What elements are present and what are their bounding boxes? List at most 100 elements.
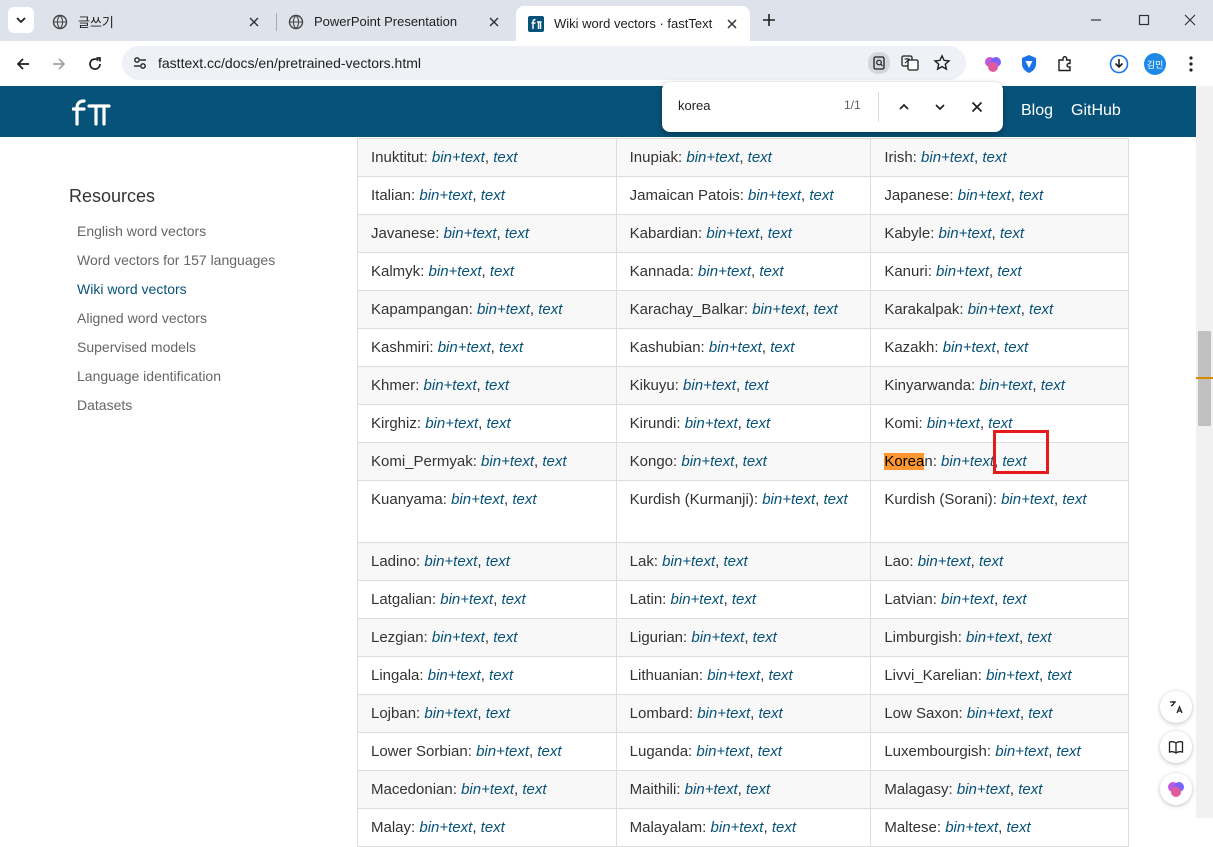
bin-text-link[interactable]: bin+text [432, 629, 485, 646]
minimize-button[interactable] [1086, 10, 1106, 30]
sidebar-item-language-identification[interactable]: Language identification [77, 368, 221, 384]
text-link[interactable]: text [1007, 819, 1031, 836]
find-previous-button[interactable] [894, 97, 914, 117]
close-icon[interactable] [486, 14, 502, 30]
text-link[interactable]: text [1029, 301, 1053, 318]
bin-text-link[interactable]: bin+text [986, 667, 1039, 684]
bin-text-link[interactable]: bin+text [921, 149, 974, 166]
bin-text-link[interactable]: bin+text [995, 743, 1048, 760]
find-next-button[interactable] [930, 97, 950, 117]
text-link[interactable]: text [1041, 377, 1065, 394]
bin-text-link[interactable]: bin+text [424, 705, 477, 722]
bin-text-link[interactable]: bin+text [709, 339, 762, 356]
bin-text-link[interactable]: bin+text [1001, 491, 1054, 508]
text-link[interactable]: text [499, 339, 523, 356]
bin-text-link[interactable]: bin+text [451, 491, 504, 508]
tab-search-button[interactable] [8, 7, 34, 33]
bin-text-link[interactable]: bin+text [685, 781, 738, 798]
download-icon[interactable] [1108, 53, 1130, 75]
bookmark-star-icon[interactable] [932, 53, 952, 73]
tab-0[interactable]: 글쓰기 [40, 6, 272, 37]
text-link[interactable]: text [746, 415, 770, 432]
bin-text-link[interactable]: bin+text [419, 819, 472, 836]
text-link[interactable]: text [824, 491, 848, 508]
bin-text-link[interactable]: bin+text [477, 301, 530, 318]
translate-icon[interactable] [900, 53, 920, 73]
address-bar[interactable]: fasttext.cc/docs/en/pretrained-vectors.h… [122, 46, 966, 80]
text-link[interactable]: text [490, 263, 514, 280]
maximize-button[interactable] [1134, 10, 1154, 30]
text-link[interactable]: text [522, 781, 546, 798]
bin-text-link[interactable]: bin+text [428, 667, 481, 684]
reload-button[interactable] [82, 51, 108, 77]
text-link[interactable]: text [538, 301, 562, 318]
bin-text-link[interactable]: bin+text [706, 225, 759, 242]
bin-text-link[interactable]: bin+text [696, 743, 749, 760]
bin-text-link[interactable]: bin+text [762, 491, 815, 508]
bin-text-link[interactable]: bin+text [424, 377, 477, 394]
back-button[interactable] [10, 51, 36, 77]
page-scrollbar[interactable] [1196, 86, 1213, 818]
bin-text-link[interactable]: bin+text [752, 301, 805, 318]
find-input[interactable]: korea [678, 98, 711, 113]
sidebar-item-wiki-word-vectors[interactable]: Wiki word vectors [77, 281, 187, 297]
text-link[interactable]: text [481, 819, 505, 836]
text-link[interactable]: text [1019, 187, 1043, 204]
profile-avatar[interactable]: 김민 [1144, 53, 1166, 75]
text-link[interactable]: text [753, 629, 777, 646]
bin-text-link[interactable]: bin+text [683, 377, 736, 394]
text-link[interactable]: text [758, 743, 782, 760]
bin-text-link[interactable]: bin+text [662, 553, 715, 570]
text-link[interactable]: text [1028, 705, 1052, 722]
text-link[interactable]: text [493, 149, 517, 166]
bin-text-link[interactable]: bin+text [941, 453, 994, 470]
text-link[interactable]: text [1004, 339, 1028, 356]
text-link[interactable]: text [759, 705, 783, 722]
text-link[interactable]: text [1062, 491, 1086, 508]
bin-text-link[interactable]: bin+text [939, 225, 992, 242]
reader-float-button[interactable] [1160, 731, 1192, 763]
text-link[interactable]: text [487, 415, 511, 432]
text-link[interactable]: text [814, 301, 838, 318]
translate-float-button[interactable] [1160, 691, 1192, 723]
text-link[interactable]: text [486, 705, 510, 722]
text-link[interactable]: text [743, 453, 767, 470]
text-link[interactable]: text [997, 263, 1021, 280]
new-tab-button[interactable] [758, 9, 780, 31]
text-link[interactable]: text [1018, 781, 1042, 798]
bin-text-link[interactable]: bin+text [419, 187, 472, 204]
bin-text-link[interactable]: bin+text [461, 781, 514, 798]
text-link[interactable]: text [809, 187, 833, 204]
text-link[interactable]: text [746, 781, 770, 798]
bin-text-link[interactable]: bin+text [927, 415, 980, 432]
browser-menu-button[interactable] [1180, 53, 1202, 75]
text-link[interactable]: text [1047, 667, 1071, 684]
text-link[interactable]: text [768, 225, 792, 242]
close-window-button[interactable] [1180, 10, 1200, 30]
bin-text-link[interactable]: bin+text [957, 781, 1010, 798]
text-link[interactable]: text [732, 591, 756, 608]
tab-1[interactable]: PowerPoint Presentation [276, 6, 512, 37]
github-link[interactable]: GitHub [1071, 102, 1121, 120]
sidebar-item-aligned-word-vectors[interactable]: Aligned word vectors [77, 310, 207, 326]
bin-text-link[interactable]: bin+text [958, 187, 1011, 204]
brain-extension-icon[interactable] [982, 53, 1004, 75]
shield-extension-icon[interactable] [1018, 53, 1040, 75]
bin-text-link[interactable]: bin+text [686, 149, 739, 166]
sidebar-item-word-vectors-for-157-languages[interactable]: Word vectors for 157 languages [77, 252, 275, 268]
text-link[interactable]: text [772, 819, 796, 836]
text-link[interactable]: text [1002, 591, 1026, 608]
bin-text-link[interactable]: bin+text [429, 263, 482, 280]
bin-text-link[interactable]: bin+text [707, 667, 760, 684]
text-link[interactable]: text [486, 553, 510, 570]
text-link[interactable]: text [1000, 225, 1024, 242]
sidebar-item-datasets[interactable]: Datasets [77, 397, 132, 413]
blog-link[interactable]: Blog [1021, 102, 1053, 120]
text-link[interactable]: text [759, 263, 783, 280]
extensions-puzzle-icon[interactable] [1054, 53, 1076, 75]
text-link[interactable]: text [723, 553, 747, 570]
bin-text-link[interactable]: bin+text [711, 819, 764, 836]
text-link[interactable]: text [489, 667, 513, 684]
bin-text-link[interactable]: bin+text [444, 225, 497, 242]
bin-text-link[interactable]: bin+text [671, 591, 724, 608]
